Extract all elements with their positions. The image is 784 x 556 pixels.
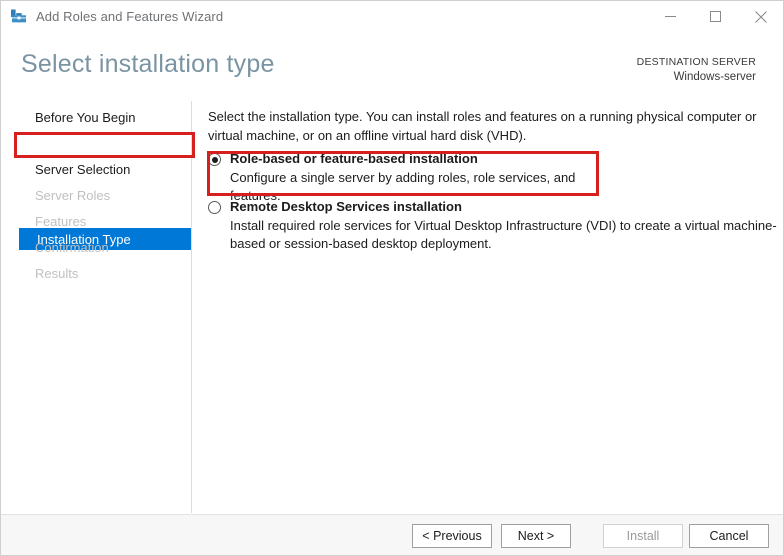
wizard-sidebar: Before You Begin Installation Type Serve… [1,94,191,514]
sidebar-item-label: Features [35,213,87,229]
previous-button[interactable]: < Previous [412,524,492,548]
sidebar-item-server-selection[interactable]: Server Selection [17,158,191,180]
sidebar-item-label: Before You Begin [35,109,136,125]
sidebar-item-server-roles: Server Roles [17,184,191,206]
option-label: Remote Desktop Services installation [230,199,462,214]
option-description: Install required role services for Virtu… [230,218,777,251]
wizard-main-panel: Select the installation type. You can in… [192,94,783,514]
wizard-window: Add Roles and Features Wizard Select ins… [0,0,784,556]
wizard-body: Before You Begin Installation Type Serve… [1,94,783,514]
maximize-icon [710,11,721,22]
destination-server-label: DESTINATION SERVER [636,56,756,68]
option-label: Role-based or feature-based installation [230,151,478,166]
sidebar-item-results: Results [17,262,191,284]
server-tools-icon [11,9,26,23]
sidebar-item-label: Server Selection [35,161,131,177]
window-controls [648,1,783,32]
sidebar-item-label: Results [35,265,79,281]
sidebar-item-before-you-begin[interactable]: Before You Begin [17,106,191,128]
radio-unselected-icon[interactable] [208,201,221,214]
radio-selected-icon[interactable] [208,153,221,166]
maximize-button[interactable] [693,1,738,32]
destination-server-block: DESTINATION SERVER Windows-server [637,55,756,84]
next-button[interactable]: Next > [501,524,571,548]
title-bar: Add Roles and Features Wizard [1,1,783,32]
sidebar-item-confirmation: Confirmation [17,236,191,258]
page-header: Select installation type DESTINATION SER… [1,32,783,94]
sidebar-item-label: Server Roles [35,187,111,203]
close-icon [754,10,767,23]
wizard-footer: < Previous Next > Install Cancel [1,515,783,555]
instruction-text: Select the installation type. You can in… [208,109,757,143]
option-header: Role-based or feature-based installation [208,151,608,167]
sidebar-item-label: Confirmation [35,239,109,255]
window-title: Add Roles and Features Wizard [36,9,224,24]
minimize-icon [665,16,676,17]
minimize-button[interactable] [648,1,693,32]
option-remote-desktop-services[interactable]: Remote Desktop Services installation Ins… [208,199,778,253]
destination-server-name: Windows-server [673,71,756,83]
option-role-based-installation[interactable]: Role-based or feature-based installation… [208,151,608,205]
page-title: Select installation type [21,50,275,78]
sidebar-item-features: Features [17,210,191,232]
close-button[interactable] [738,1,783,32]
option-header: Remote Desktop Services installation [208,199,778,215]
install-button: Install [603,524,683,548]
cancel-button[interactable]: Cancel [689,524,769,548]
